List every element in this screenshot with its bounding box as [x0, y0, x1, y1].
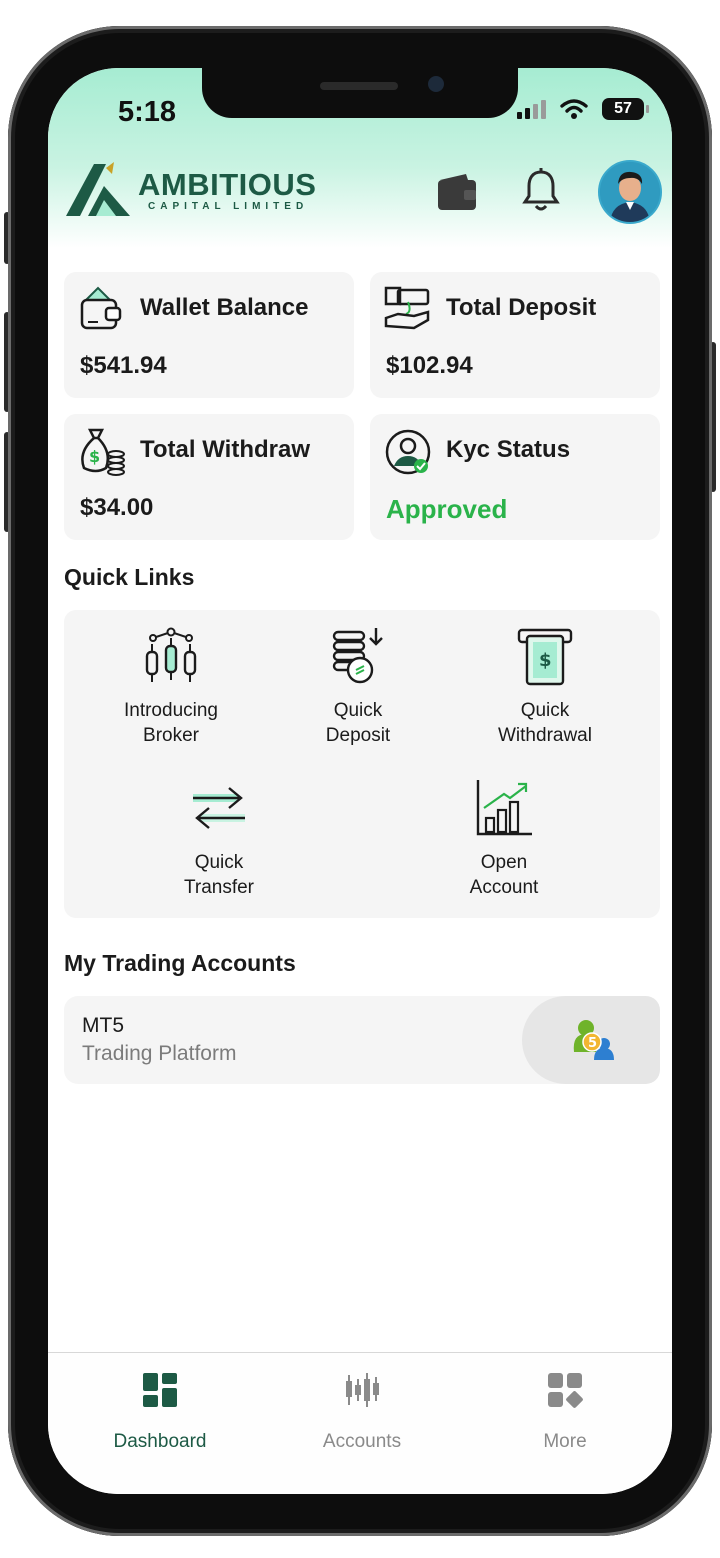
svg-text:5: 5 — [588, 1036, 597, 1051]
introducing-broker-label: Introducing Broker — [123, 700, 218, 746]
user-avatar[interactable] — [598, 160, 662, 224]
brand-name: AMBITIOUS — [138, 166, 317, 202]
quick-link-quick-transfer[interactable]: Quick Transfer — [134, 778, 304, 900]
app-screen: 5:18 57 AMBITIOUS CAPITAL LIMITED Wallet… — [48, 68, 672, 1494]
total-withdraw-card[interactable]: $ Total Withdraw $34.00 — [64, 414, 354, 540]
bell-icon[interactable] — [522, 168, 560, 212]
total-withdraw-label: Total Withdraw — [140, 436, 310, 463]
kyc-status-value: Approved — [386, 494, 508, 524]
total-withdraw-value: $34.00 — [80, 494, 154, 521]
quick-withdrawal-label: Quick Withdrawal — [498, 700, 592, 746]
coin-stack-deposit-icon — [332, 628, 383, 684]
quick-deposit-label: Quick Deposit — [325, 700, 391, 746]
quick-links-title: Quick Links — [64, 564, 195, 590]
wallet-icon[interactable] — [436, 172, 478, 212]
bottom-tab-bar: Dashboard Accounts More — [48, 1352, 672, 1494]
atm-withdraw-icon: $ — [517, 628, 573, 686]
account-platform-subtitle: Trading Platform — [82, 1042, 237, 1065]
front-camera — [428, 76, 444, 92]
total-deposit-label: Total Deposit — [446, 294, 597, 321]
wallet-balance-value: $541.94 — [80, 352, 167, 379]
deposit-hand-icon — [384, 286, 430, 330]
quick-link-quick-withdrawal[interactable]: $ Quick Withdrawal — [460, 626, 630, 748]
wallet-balance-label: Wallet Balance — [140, 294, 309, 321]
brand-tagline: CAPITAL LIMITED — [148, 200, 309, 212]
transfer-arrows-icon — [193, 787, 245, 829]
growth-chart-icon — [476, 780, 532, 836]
trading-accounts-title: My Trading Accounts — [64, 950, 296, 976]
account-platform-name: MT5 — [82, 1014, 124, 1037]
quick-link-quick-deposit[interactable]: Quick Deposit — [273, 626, 443, 748]
svg-text:$: $ — [89, 447, 100, 466]
candlestick-network-icon — [145, 627, 197, 682]
battery-indicator: 57 — [602, 98, 649, 120]
tab-accounts[interactable]: Accounts — [282, 1371, 442, 1453]
open-account-label: Open Account — [469, 852, 539, 898]
wifi-icon — [560, 99, 588, 119]
status-time: 5:18 — [118, 96, 177, 128]
quick-link-introducing-broker[interactable]: Introducing Broker — [86, 626, 256, 748]
wallet-balance-icon — [80, 286, 122, 330]
tab-more-label: More — [543, 1431, 587, 1452]
total-deposit-value: $102.94 — [386, 352, 473, 379]
quick-link-open-account[interactable]: Open Account — [419, 778, 589, 900]
candlestick-icon — [346, 1373, 379, 1407]
tab-accounts-label: Accounts — [322, 1431, 402, 1452]
wallet-balance-card[interactable]: Wallet Balance $541.94 — [64, 272, 354, 398]
mt5-logo-container: 5 — [522, 996, 660, 1084]
brand-logo-mark-icon — [66, 162, 130, 216]
cellular-signal-icon — [517, 99, 546, 119]
mt5-logo-icon: 5 — [573, 1020, 614, 1060]
quick-links-panel: Introducing Broker Quick Deposit $ Quick — [64, 610, 660, 918]
total-deposit-card[interactable]: Total Deposit $102.94 — [370, 272, 660, 398]
trading-account-card[interactable]: MT5 Trading Platform 5 — [64, 996, 660, 1084]
tab-dashboard[interactable]: Dashboard — [80, 1371, 240, 1453]
brand-logo[interactable]: AMBITIOUS CAPITAL LIMITED — [66, 162, 316, 218]
kyc-status-card[interactable]: Kyc Status Approved — [370, 414, 660, 540]
money-bag-icon: $ — [81, 428, 125, 476]
more-apps-icon — [548, 1373, 583, 1408]
speaker — [320, 82, 398, 90]
avatar-face-icon — [600, 162, 660, 222]
tab-dashboard-label: Dashboard — [113, 1431, 207, 1452]
dashboard-grid-icon — [143, 1373, 177, 1407]
notch — [202, 68, 518, 118]
status-indicators: 57 — [517, 98, 649, 120]
quick-transfer-label: Quick Transfer — [183, 852, 255, 898]
svg-text:$: $ — [539, 650, 552, 671]
kyc-status-label: Kyc Status — [446, 436, 571, 463]
tab-more[interactable]: More — [485, 1371, 645, 1453]
kyc-user-check-icon — [385, 429, 431, 475]
